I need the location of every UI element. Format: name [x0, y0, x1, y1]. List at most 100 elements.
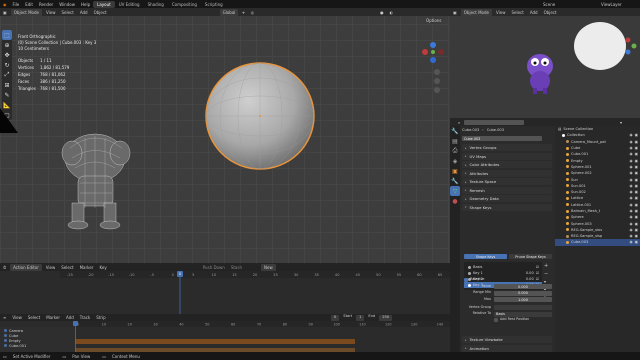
visibility-eye-icon[interactable]: ◉ — [629, 133, 632, 137]
editor-type-icon[interactable]: ⏱ — [0, 265, 9, 270]
tab-uv-editing[interactable]: UV Editing — [115, 1, 144, 8]
menu-help[interactable]: Help — [78, 2, 93, 7]
filter-icon[interactable]: ▾ — [620, 120, 622, 125]
menu-render[interactable]: Render — [36, 2, 56, 7]
menu-marker[interactable]: Marker — [43, 315, 63, 320]
panel-shape-keys[interactable]: ▾ Shape Keys — [462, 203, 552, 211]
action-editor[interactable]: ⏱ Action Editor View Select Marker Key P… — [0, 263, 450, 314]
panel-uv-maps[interactable]: ▸ UV Maps — [462, 152, 552, 160]
outliner[interactable]: ▤ Scene Collection Collection ◉ ▣ Camera_Mo… — [555, 126, 640, 352]
tab-shading[interactable]: Shading — [144, 1, 168, 8]
menu-key[interactable]: Key — [96, 265, 109, 270]
frame-field[interactable]: 0 — [331, 315, 340, 321]
render-camera-icon[interactable]: ▣ — [635, 178, 638, 182]
menu-select[interactable]: Select — [25, 315, 43, 320]
render-camera-icon[interactable]: ▣ — [635, 152, 638, 156]
editor-type-icon[interactable]: ▣ — [450, 10, 460, 15]
visibility-eye-icon[interactable]: ◉ — [629, 152, 632, 156]
menu-window[interactable]: Window — [56, 2, 78, 7]
render-camera-icon[interactable]: ▣ — [635, 190, 638, 194]
visibility-eye-icon[interactable]: ◉ — [629, 178, 632, 182]
visibility-eye-icon[interactable]: ◉ — [629, 203, 632, 207]
action-mode-select[interactable]: Action Editor — [10, 263, 42, 271]
render-camera-icon[interactable]: ▣ — [635, 146, 638, 150]
visibility-eye-icon[interactable]: ◉ — [629, 209, 632, 213]
editor-type-icon[interactable]: ≡ — [0, 315, 9, 320]
start-field[interactable]: 1 — [356, 315, 365, 321]
render-camera-icon[interactable]: ▣ — [635, 184, 638, 188]
panel-remesh[interactable]: ▸ Remesh — [462, 186, 552, 194]
value-field[interactable]: 0.000 — [494, 284, 552, 289]
render-camera-icon[interactable]: ▣ — [635, 196, 638, 200]
panel-vertex-groups[interactable]: ▸ Vertex Groups — [462, 144, 552, 151]
tab-layout[interactable]: Layout — [93, 0, 115, 8]
render-camera-icon[interactable]: ▣ — [635, 159, 638, 163]
panel-attributes[interactable]: ▸ Attributes — [462, 169, 552, 177]
menu-file[interactable]: File — [10, 2, 23, 7]
render-camera-icon[interactable]: ▣ — [635, 228, 638, 232]
panel-texture-space[interactable]: ▸ Texture Space — [462, 178, 552, 185]
render-camera-icon[interactable]: ▣ — [635, 133, 638, 137]
render-camera-icon[interactable]: ▣ — [635, 240, 638, 244]
vertex-group-field[interactable] — [494, 305, 552, 310]
menu-select[interactable]: Select — [58, 265, 76, 270]
panel-animation[interactable]: ▸ Animation — [462, 344, 552, 352]
render-camera-icon[interactable]: ▣ — [635, 165, 638, 169]
3d-viewport[interactable]: ▣ Object Mode View Select Add Object Glo… — [0, 8, 450, 263]
menu-view[interactable]: View — [43, 265, 59, 270]
menu-edit[interactable]: Edit — [22, 2, 36, 7]
remove-shape-key-icon[interactable]: − — [544, 271, 548, 277]
menu-strip[interactable]: Strip — [93, 315, 108, 320]
stash-button[interactable]: Stash — [228, 265, 245, 270]
new-action-button[interactable]: New — [261, 263, 276, 271]
range-min-field[interactable]: 0.000 — [494, 290, 552, 296]
tool-tab-icon[interactable]: 🔧 — [450, 126, 460, 136]
visibility-eye-icon[interactable]: ◉ — [629, 140, 632, 144]
end-field[interactable]: 250 — [379, 315, 393, 321]
panel-texture-viewbake[interactable]: ▸ Texture Viewbake — [462, 336, 552, 343]
props-search-field[interactable] — [464, 119, 524, 125]
visibility-eye-icon[interactable]: ◉ — [629, 215, 632, 219]
visibility-eye-icon[interactable]: ◉ — [629, 159, 632, 163]
menu-select[interactable]: Select — [508, 10, 526, 15]
render-camera-icon[interactable]: ▣ — [635, 171, 638, 175]
render-camera-icon[interactable]: ▣ — [635, 140, 638, 144]
visibility-eye-icon[interactable]: ◉ — [629, 171, 632, 175]
visibility-eye-icon[interactable]: ◉ — [629, 228, 632, 232]
menu-object[interactable]: Object — [541, 10, 560, 15]
view-layer-label[interactable]: ViewLayer — [598, 2, 625, 7]
action-ruler[interactable]: -25 -20 -15 -10 -5 0 5 10 15 20 25 30 35 40 45 50 55 60 65 — [0, 271, 450, 314]
relative-to-field[interactable]: Basis — [494, 311, 552, 317]
nla-track-cube001[interactable]: Cube.001 — [0, 342, 75, 349]
render-camera-icon[interactable]: ▣ — [635, 215, 638, 219]
mesh-name-field[interactable]: Cube.003 — [462, 136, 542, 141]
add-rest-checkbox[interactable] — [494, 318, 498, 322]
menu-view[interactable]: View — [9, 315, 25, 320]
preview-mode-select[interactable]: Object Mode — [460, 8, 492, 16]
visibility-eye-icon[interactable]: ◉ — [629, 234, 632, 238]
relative-checkbox[interactable] — [464, 278, 468, 282]
push-down-button[interactable]: Push Down — [200, 265, 228, 270]
add-shape-key-icon[interactable]: + — [544, 263, 548, 269]
visibility-eye-icon[interactable]: ◉ — [629, 165, 632, 169]
max-field[interactable]: 1.000 — [494, 297, 552, 302]
render-camera-icon[interactable]: ▣ — [635, 222, 638, 226]
render-camera-icon[interactable]: ▣ — [635, 234, 638, 238]
visibility-eye-icon[interactable]: ◉ — [629, 196, 632, 200]
blender-logo-icon[interactable]: ◉ — [0, 2, 10, 7]
panel-geometry-data[interactable]: ▸ Geometry Data — [462, 195, 552, 202]
tab-shape-keys[interactable]: Shape Keys — [464, 254, 507, 259]
visibility-eye-icon[interactable]: ◉ — [629, 240, 632, 244]
render-camera-icon[interactable]: ▣ — [635, 203, 638, 207]
menu-add[interactable]: Add — [527, 10, 541, 15]
tab-compositing[interactable]: Compositing — [168, 1, 201, 8]
visibility-eye-icon[interactable]: ◉ — [629, 146, 632, 150]
menu-view[interactable]: View — [493, 10, 509, 15]
render-camera-icon[interactable]: ▣ — [635, 209, 638, 213]
preview-viewport[interactable]: ▣ Object Mode View Select Add Object — [450, 8, 640, 118]
tab-scripting[interactable]: Scripting — [201, 1, 227, 8]
scene-label[interactable]: Scene — [540, 2, 558, 7]
visibility-eye-icon[interactable]: ◉ — [629, 222, 632, 226]
visibility-eye-icon[interactable]: ◉ — [629, 184, 632, 188]
visibility-eye-icon[interactable]: ◉ — [629, 190, 632, 194]
